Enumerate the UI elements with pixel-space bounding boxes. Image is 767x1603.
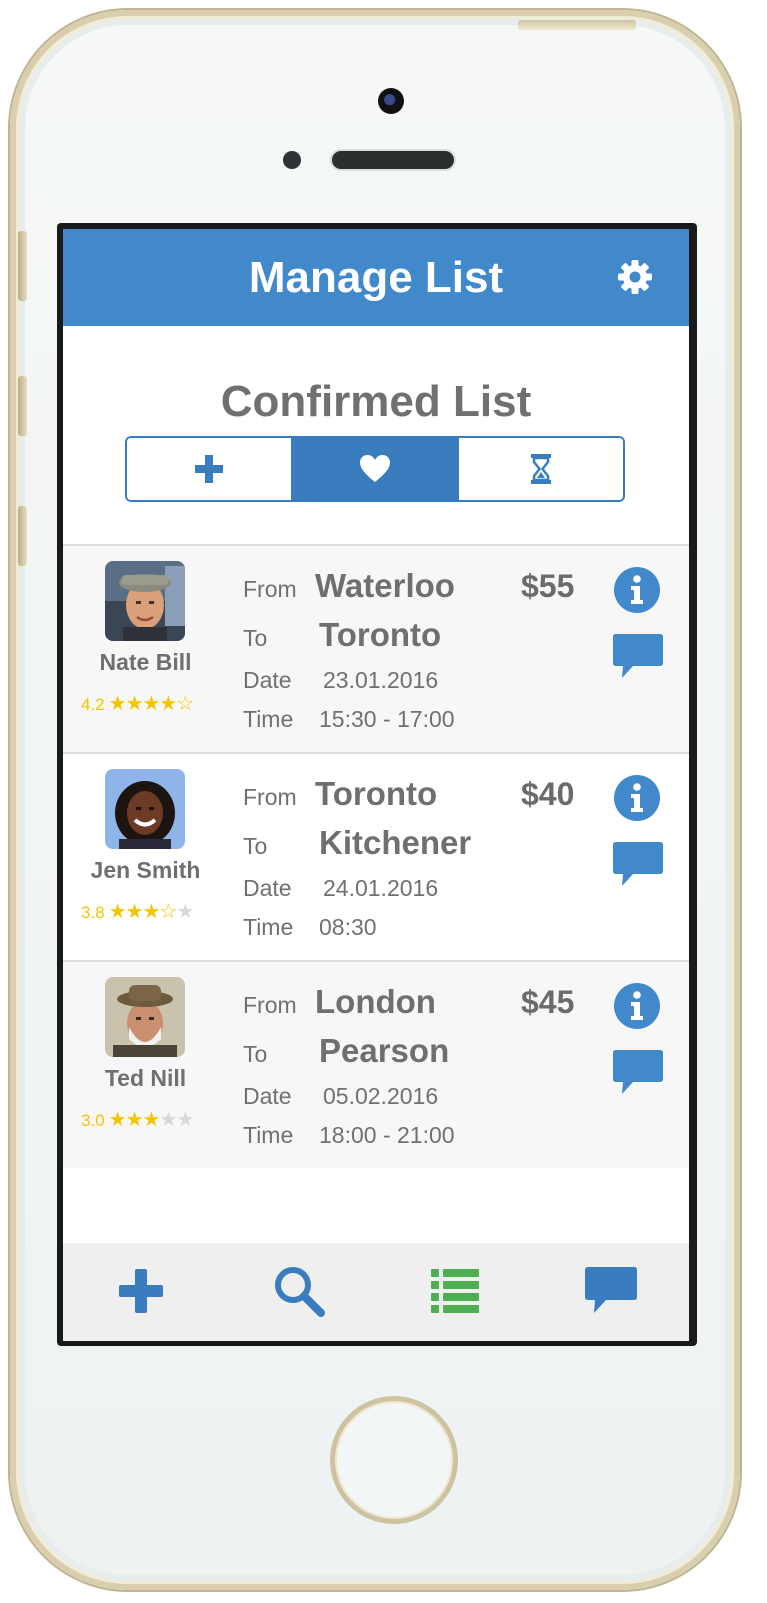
list-item[interactable]: Nate Bill 4.2 ★★★★☆ From Waterloo To Toro…	[63, 544, 689, 752]
rating: 4.2 ★★★★☆	[81, 691, 195, 716]
rating-value: 3.8	[81, 903, 105, 922]
segmented-control	[125, 436, 625, 502]
to-value: Pearson	[319, 1032, 450, 1069]
from-value: Waterloo	[315, 567, 455, 604]
driver-name: Ted Nill	[104, 1065, 187, 1091]
plus-icon	[195, 455, 223, 483]
date-label: Date	[243, 875, 292, 901]
driver-name: Nate Bill	[99, 649, 192, 675]
price: $45	[521, 984, 575, 1020]
info-icon[interactable]	[613, 982, 661, 1030]
price: $40	[521, 776, 575, 812]
to-label: To	[243, 1041, 268, 1067]
star-rating-icon: ★★★★☆	[108, 693, 195, 715]
time-value: 18:00 - 21:00	[319, 1122, 455, 1148]
plus-icon[interactable]	[113, 1263, 169, 1319]
home-button[interactable]	[330, 1396, 458, 1524]
earpiece-speaker	[332, 151, 454, 169]
to-value: Toronto	[319, 616, 442, 653]
segment-add[interactable]	[127, 438, 293, 500]
list-item[interactable]: Jen Smith 3.8 ★★★☆★ From Toronto To Kitch…	[63, 752, 689, 960]
from-label: From	[243, 992, 297, 1018]
date-value: 24.01.2016	[323, 875, 439, 901]
chat-icon[interactable]	[613, 1050, 663, 1096]
chat-icon[interactable]	[613, 842, 663, 888]
bottom-tab-bar	[63, 1243, 689, 1341]
time-label: Time	[243, 914, 294, 940]
chat-icon[interactable]	[613, 634, 663, 680]
page-title: Manage List	[248, 253, 504, 302]
time-label: Time	[243, 706, 294, 732]
search-icon[interactable]	[271, 1263, 327, 1319]
segment-confirmed[interactable]	[293, 438, 459, 500]
proximity-sensor	[283, 151, 301, 169]
list-icon[interactable]	[427, 1263, 483, 1319]
star-rating-icon: ★★★★★	[108, 1109, 195, 1131]
rating: 3.8 ★★★☆★	[81, 899, 195, 924]
screen: Manage List Confirmed List Nate Bill 4.2…	[57, 223, 697, 1346]
info-icon[interactable]	[613, 566, 661, 614]
date-label: Date	[243, 1083, 292, 1109]
rating: 3.0 ★★★★★	[81, 1107, 195, 1132]
from-value: London	[315, 983, 436, 1020]
from-label: From	[243, 576, 297, 602]
to-value: Kitchener	[319, 824, 472, 861]
date-label: Date	[243, 667, 292, 693]
gear-icon[interactable]	[615, 257, 655, 297]
hourglass-icon	[531, 454, 551, 484]
app-view: Manage List Confirmed List Nate Bill 4.2…	[63, 229, 689, 1341]
rating-value: 4.2	[81, 695, 105, 714]
time-value: 08:30	[319, 914, 377, 940]
front-camera	[378, 88, 404, 114]
date-value: 05.02.2016	[323, 1083, 439, 1109]
avatar	[105, 977, 185, 1057]
segment-pending[interactable]	[459, 438, 623, 500]
info-icon[interactable]	[613, 774, 661, 822]
ride-list: Nate Bill 4.2 ★★★★☆ From Waterloo To Toro…	[63, 544, 689, 1168]
list-item[interactable]: Ted Nill 3.0 ★★★★★ From London To Pearson…	[63, 960, 689, 1168]
star-rating-icon: ★★★☆★	[108, 901, 195, 923]
section-title: Confirmed List	[220, 377, 532, 426]
from-label: From	[243, 784, 297, 810]
from-value: Toronto	[315, 775, 438, 812]
time-label: Time	[243, 1122, 294, 1148]
to-label: To	[243, 625, 268, 651]
volume-up-button	[18, 376, 27, 436]
price: $55	[521, 568, 575, 604]
avatar	[105, 561, 185, 641]
heart-icon	[360, 455, 390, 482]
volume-down-button	[18, 506, 27, 566]
power-button	[518, 20, 636, 30]
rating-value: 3.0	[81, 1111, 105, 1130]
time-value: 15:30 - 17:00	[319, 706, 455, 732]
date-value: 23.01.2016	[323, 667, 439, 693]
to-label: To	[243, 833, 268, 859]
avatar	[105, 769, 185, 849]
chat-icon[interactable]	[583, 1263, 639, 1319]
driver-name: Jen Smith	[90, 857, 201, 883]
mute-switch	[18, 231, 27, 301]
nav-header: Manage List	[63, 229, 689, 326]
